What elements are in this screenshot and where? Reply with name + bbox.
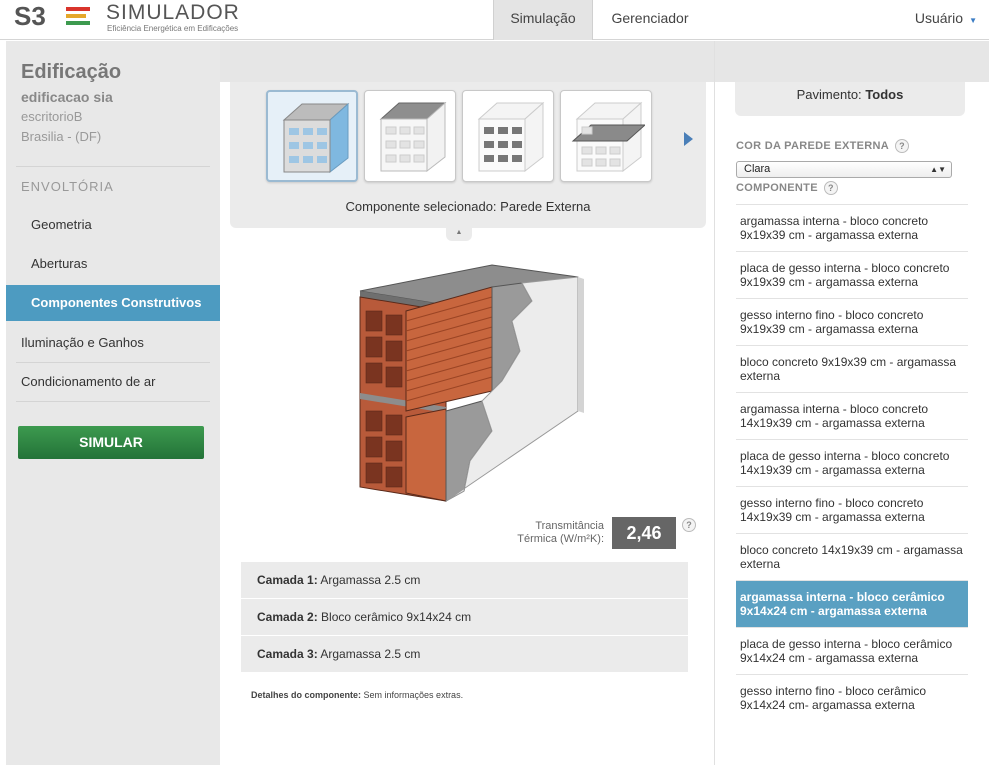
component-selector: Componente selecionado: Parede Externa bbox=[230, 82, 706, 228]
help-icon[interactable]: ? bbox=[682, 518, 696, 532]
component-option-selected[interactable]: argamassa interna - bloco cerâmico 9x14x… bbox=[736, 580, 968, 627]
transmittance-label: Transmitância Térmica (W/m²K): bbox=[486, 520, 604, 546]
layer-value: Argamassa 2.5 cm bbox=[320, 573, 421, 587]
divider bbox=[16, 362, 210, 363]
layer-name: Camada 3: bbox=[257, 647, 318, 661]
wall-section-illustration bbox=[359, 264, 584, 502]
wall-color-label-text: COR DA PAREDE EXTERNA bbox=[736, 140, 889, 152]
divider bbox=[16, 401, 210, 402]
component-option[interactable]: placa de gesso interna - bloco concreto … bbox=[736, 439, 968, 486]
layer-value: Bloco cerâmico 9x14x24 cm bbox=[321, 610, 472, 624]
pavimento-label: Pavimento: bbox=[796, 87, 862, 102]
sidebar-item-iluminacao-ganhos[interactable]: Iluminação e Ganhos bbox=[6, 325, 220, 361]
component-thumb-floor[interactable] bbox=[560, 90, 652, 182]
chevron-up-icon[interactable]: ▲ bbox=[446, 227, 472, 241]
transmittance-label-line2: Térmica (W/m²K): bbox=[517, 533, 604, 545]
caret-down-icon: ▼ bbox=[969, 16, 977, 25]
wall-color-select[interactable]: Clara ▲▼ bbox=[736, 161, 952, 178]
wall-color-label: COR DA PAREDE EXTERNA? bbox=[736, 139, 909, 153]
details-label: Detalhes do componente: bbox=[251, 690, 362, 700]
svg-text:S3: S3 bbox=[14, 3, 46, 29]
layer-list: Camada 1: Argamassa 2.5 cm Camada 2: Blo… bbox=[241, 562, 688, 673]
right-top-bar bbox=[715, 41, 989, 82]
transmittance-label-line1: Transmitância bbox=[535, 520, 604, 532]
component-list: argamassa interna - bloco concreto 9x19x… bbox=[736, 204, 968, 721]
sidebar-item-geometria[interactable]: Geometria bbox=[6, 207, 220, 243]
user-menu[interactable]: Usuário ▼ bbox=[915, 0, 977, 36]
section-heading-envoltoria: ENVOLTÓRIA bbox=[21, 179, 114, 194]
details-value: Sem informações extras. bbox=[363, 690, 464, 700]
nav-tab-gerenciador[interactable]: Gerenciador bbox=[596, 0, 704, 40]
pavimento-selector[interactable]: Pavimento: Todos bbox=[735, 82, 965, 116]
component-option[interactable]: placa de gesso interna - bloco cerâmico … bbox=[736, 627, 968, 674]
layer-name: Camada 2: bbox=[257, 610, 318, 624]
component-option[interactable]: argamassa interna - bloco concreto 9x19x… bbox=[736, 204, 968, 251]
right-panel: Pavimento: Todos COR DA PAREDE EXTERNA? … bbox=[714, 41, 989, 765]
component-label: COMPONENTE? bbox=[736, 181, 838, 195]
select-arrows-icon: ▲▼ bbox=[930, 165, 946, 174]
layer-value: Argamassa 2.5 cm bbox=[320, 647, 421, 661]
component-details: Detalhes do componente: Sem informações … bbox=[251, 690, 463, 700]
nav-tab-simulacao[interactable]: Simulação bbox=[493, 0, 593, 40]
chevron-right-icon[interactable] bbox=[684, 132, 693, 146]
layer-row: Camada 3: Argamassa 2.5 cm bbox=[241, 636, 688, 673]
sidebar-item-componentes-construtivos[interactable]: Componentes Construtivos bbox=[6, 285, 230, 321]
building-name: edificacao sia bbox=[21, 89, 113, 105]
pavimento-value: Todos bbox=[865, 87, 904, 102]
component-option[interactable]: bloco concreto 14x19x39 cm - argamassa e… bbox=[736, 533, 968, 580]
component-thumb-external-wall[interactable] bbox=[266, 90, 358, 182]
component-label-text: COMPONENTE bbox=[736, 182, 818, 194]
component-thumb-windows[interactable] bbox=[462, 90, 554, 182]
s3e-logo[interactable]: S3 bbox=[14, 3, 94, 29]
sidebar-item-condicionamento-ar[interactable]: Condicionamento de ar bbox=[6, 364, 220, 400]
transmittance-value: 2,46 bbox=[612, 517, 676, 549]
main-top-bar bbox=[220, 41, 714, 82]
component-option[interactable]: bloco concreto 9x19x39 cm - argamassa ex… bbox=[736, 345, 968, 392]
divider bbox=[16, 166, 210, 167]
sidebar: Edificação edificacao sia escritorioB Br… bbox=[6, 41, 230, 765]
windows-icon bbox=[477, 101, 545, 173]
help-icon[interactable]: ? bbox=[823, 181, 838, 195]
layer-row: Camada 2: Bloco cerâmico 9x14x24 cm bbox=[241, 599, 688, 636]
help-icon[interactable]: ? bbox=[894, 139, 909, 153]
component-option[interactable]: placa de gesso interna - bloco concreto … bbox=[736, 251, 968, 298]
brand-name: SIMULADOR bbox=[106, 1, 240, 24]
building-type: escritorioB bbox=[21, 109, 83, 124]
building-title: Edificação bbox=[21, 61, 122, 83]
brand: SIMULADOR Eficiência Energética em Edifi… bbox=[106, 1, 240, 34]
component-option[interactable]: gesso interno fino - bloco cerâmico 9x14… bbox=[736, 674, 968, 721]
brand-tagline: Eficiência Energética em Edificações bbox=[107, 24, 239, 33]
roof-icon bbox=[379, 101, 447, 173]
building-location: Brasilia - (DF) bbox=[21, 129, 102, 144]
simulate-button[interactable]: SIMULAR bbox=[18, 426, 204, 459]
component-option[interactable]: gesso interno fino - bloco concreto 14x1… bbox=[736, 486, 968, 533]
wall-color-value: Clara bbox=[744, 163, 771, 175]
selected-component-label: Componente selecionado: Parede Externa bbox=[345, 199, 591, 214]
sidebar-item-aberturas[interactable]: Aberturas bbox=[6, 246, 220, 282]
component-option[interactable]: gesso interno fino - bloco concreto 9x19… bbox=[736, 298, 968, 345]
main-content: Componente selecionado: Parede Externa ▲ bbox=[220, 41, 714, 765]
external-wall-icon bbox=[282, 102, 350, 174]
component-thumb-roof[interactable] bbox=[364, 90, 456, 182]
layer-row: Camada 1: Argamassa 2.5 cm bbox=[241, 562, 688, 599]
floor-slab-icon bbox=[571, 101, 645, 173]
top-header: S3 SIMULADOR Eficiência Energética em Ed… bbox=[0, 0, 989, 40]
component-option[interactable]: argamassa interna - bloco concreto 14x19… bbox=[736, 392, 968, 439]
user-menu-label: Usuário bbox=[914, 10, 964, 26]
layer-name: Camada 1: bbox=[257, 573, 318, 587]
